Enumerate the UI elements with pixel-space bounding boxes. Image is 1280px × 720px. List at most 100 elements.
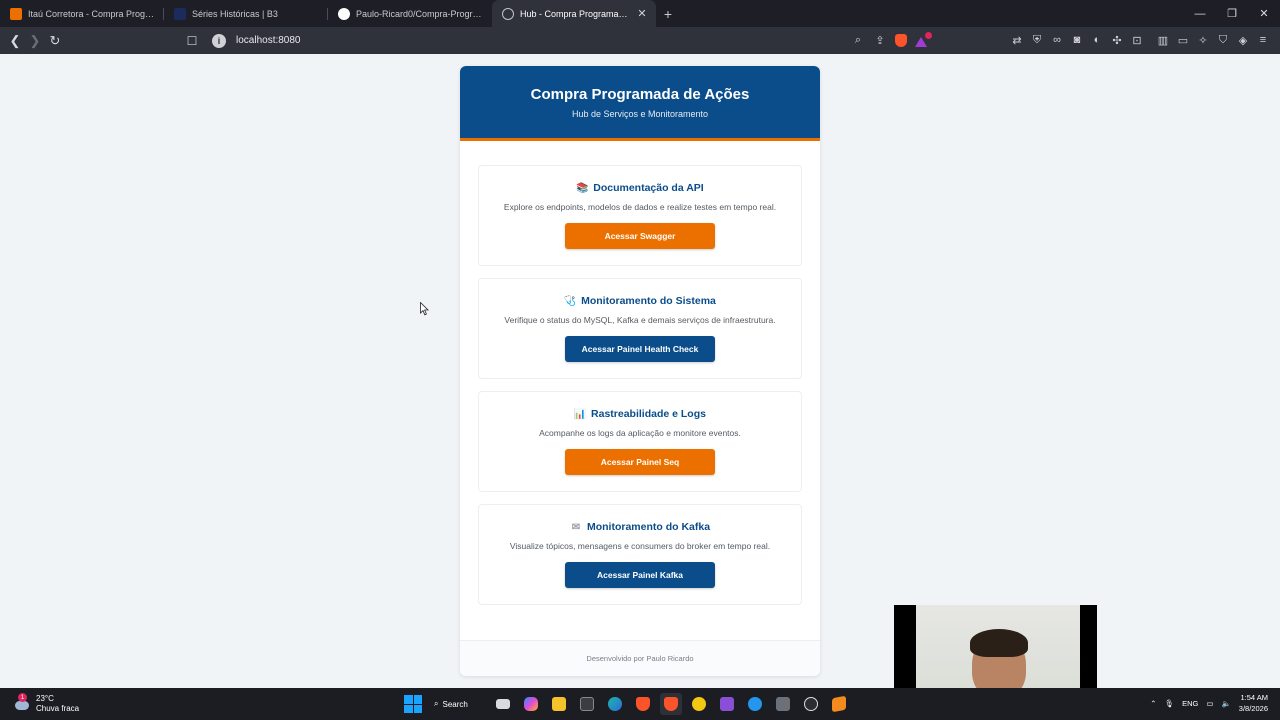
back-icon[interactable]: ❮ xyxy=(5,31,25,51)
brave-icon[interactable] xyxy=(632,693,654,715)
extensions-icon[interactable]: ✣ xyxy=(1110,33,1124,47)
bar-chart-icon: 📊 xyxy=(573,408,587,420)
address-bar[interactable]: ☐ i localhost:8080 ⌕ ⇪ xyxy=(182,30,932,51)
brave-shields-icon[interactable] xyxy=(895,34,907,47)
page-subtitle: Hub de Serviços e Monitoramento xyxy=(571,109,709,119)
tab-label: Hub - Compra Programada de Ações xyxy=(520,8,630,19)
section-title-text: Monitoramento do Sistema xyxy=(581,295,716,307)
url-text[interactable]: localhost:8080 xyxy=(236,35,301,46)
stethoscope-icon: 🩺 xyxy=(563,295,577,307)
browser-tab-bar: Itaú Corretora - Compra Programada Série… xyxy=(0,0,1280,27)
section-description: Visualize tópicos, mensagens e consumers… xyxy=(509,541,771,551)
file-explorer-icon[interactable] xyxy=(548,693,570,715)
envelope-icon: ✉ xyxy=(571,521,581,533)
weather-badge: 1 xyxy=(18,693,27,702)
share-icon[interactable]: ⇪ xyxy=(873,34,887,48)
tab-b3-series[interactable]: Séries Históricas | B3 xyxy=(164,0,328,27)
brave-running-icon[interactable] xyxy=(660,693,682,715)
section-title: 🩺 Monitoramento do Sistema xyxy=(479,295,801,307)
sidebar-icon[interactable]: ▥ xyxy=(1156,33,1170,47)
windows-taskbar: 1 23°C Chuva fraca ⌕ Search ⌃ 🎙 ENG ▭ 🔈 xyxy=(0,688,1280,720)
clock-time: 1:54 AM xyxy=(1240,693,1268,702)
weather-icon: 1 xyxy=(14,693,30,712)
vpn-icon[interactable]: ⛉ xyxy=(1216,33,1230,47)
clock[interactable]: 1:54 AM 3/8/2026 xyxy=(1239,692,1268,714)
terminal-icon[interactable] xyxy=(576,693,598,715)
close-window-button[interactable]: ✕ xyxy=(1248,0,1280,27)
reload-icon[interactable]: ↻ xyxy=(45,31,65,51)
menu-icon[interactable]: ≡ xyxy=(1256,33,1270,47)
task-view-icon[interactable] xyxy=(492,693,514,715)
edge-icon[interactable] xyxy=(604,693,626,715)
glasses-icon[interactable]: ∞ xyxy=(1050,33,1064,47)
tab-label: Paulo-Ricard0/Compra-Programada xyxy=(356,8,484,19)
weather-temp: 23°C xyxy=(36,694,54,703)
microphone-icon[interactable]: 🎙 xyxy=(1165,699,1175,708)
hub-card: Compra Programada de Ações Hub de Serviç… xyxy=(460,66,820,676)
tab-label: Séries Históricas | B3 xyxy=(192,8,278,19)
tab-github-repo[interactable]: Paulo-Ricard0/Compra-Programada xyxy=(328,0,492,27)
obs-icon[interactable] xyxy=(800,693,822,715)
taskbar-search[interactable]: ⌕ Search xyxy=(428,693,486,715)
language-indicator[interactable]: ENG xyxy=(1182,699,1198,708)
chevron-up-icon[interactable]: ⌃ xyxy=(1150,699,1156,708)
bookmark-icon[interactable]: ☐ xyxy=(182,34,202,48)
bing-icon[interactable] xyxy=(688,693,710,715)
close-tab-icon[interactable]: ✕ xyxy=(636,7,648,20)
minimize-button[interactable]: — xyxy=(1184,0,1216,27)
calculator-icon[interactable] xyxy=(772,693,794,715)
person-hair xyxy=(970,629,1028,657)
volume-icon[interactable]: 🔈 xyxy=(1221,699,1230,708)
copilot-icon[interactable] xyxy=(520,693,542,715)
section-title-text: Rastreabilidade e Logs xyxy=(591,408,706,420)
tab-itau-corretora[interactable]: Itaú Corretora - Compra Programada xyxy=(0,0,164,27)
clock-date: 3/8/2026 xyxy=(1238,704,1268,713)
page-footer: Desenvolvido por Paulo Ricardo xyxy=(460,640,820,676)
health-check-button[interactable]: Acessar Painel Health Check xyxy=(565,336,715,362)
github-favicon-icon xyxy=(338,7,350,20)
docker-icon[interactable] xyxy=(744,693,766,715)
hub-header: Compra Programada de Ações Hub de Serviç… xyxy=(460,66,820,141)
screenshot-icon[interactable]: ⊡ xyxy=(1130,33,1144,47)
search-label: Search xyxy=(442,699,468,709)
weather-text: 23°C Chuva fraca xyxy=(36,694,79,714)
site-info-icon[interactable]: i xyxy=(212,33,226,48)
brave-rewards-icon[interactable] xyxy=(915,31,932,47)
section-title-text: Monitoramento do Kafka xyxy=(586,521,711,533)
section-description: Explore os endpoints, modelos de dados e… xyxy=(503,202,777,212)
itau-favicon-icon xyxy=(10,7,22,20)
section-logs: 📊 Rastreabilidade e Logs Acompanhe os lo… xyxy=(478,391,802,492)
books-icon: 📚 xyxy=(576,182,589,194)
weather-widget[interactable]: 1 23°C Chuva fraca xyxy=(14,693,79,714)
brave-logo-icon[interactable]: ◈ xyxy=(1236,33,1250,47)
section-health-check: 🩺 Monitoramento do Sistema Verifique o s… xyxy=(478,278,802,379)
extension-icons: ⇄ ⛨ ∞ ◙ ◐ ✣ ⊡ ▥ ▭ ✧ ⛉ ◈ ≡ xyxy=(1010,33,1270,47)
tab-hub-active[interactable]: Hub - Compra Programada de Ações ✕ xyxy=(492,0,656,27)
swagger-button[interactable]: Acessar Swagger xyxy=(565,223,715,249)
translate-icon[interactable]: ⇄ xyxy=(1010,33,1024,47)
window-controls: — ❐ ✕ xyxy=(1184,0,1280,27)
zoom-icon[interactable]: ⌕ xyxy=(851,34,865,48)
restore-button[interactable]: ❐ xyxy=(1216,0,1248,27)
section-title: 📚 Documentação da API xyxy=(479,182,801,194)
visual-studio-icon[interactable] xyxy=(716,693,738,715)
weather-desc: Chuva fraca xyxy=(36,704,80,713)
camera-icon[interactable]: ◙ xyxy=(1070,33,1084,47)
new-tab-button[interactable]: + xyxy=(656,0,680,27)
forward-icon[interactable]: ❯ xyxy=(25,31,45,51)
wallet-icon[interactable]: ▭ xyxy=(1176,33,1190,47)
search-icon: ⌕ xyxy=(434,699,439,708)
kafka-button[interactable]: Acessar Painel Kafka xyxy=(565,562,715,588)
b3-favicon-icon xyxy=(174,7,186,20)
sublime-icon[interactable] xyxy=(828,693,850,715)
mouse-cursor-icon xyxy=(420,302,429,316)
palette-icon[interactable]: ◐ xyxy=(1090,33,1104,47)
start-button[interactable] xyxy=(404,695,422,713)
section-title: 📊 Rastreabilidade e Logs xyxy=(479,408,801,420)
bitwarden-icon[interactable]: ⛨ xyxy=(1030,33,1044,47)
taskbar-apps: ⌕ Search xyxy=(404,692,850,716)
leo-ai-icon[interactable]: ✧ xyxy=(1196,33,1210,47)
page-title: Compra Programada de Ações xyxy=(530,86,750,103)
seq-button[interactable]: Acessar Painel Seq xyxy=(565,449,715,475)
network-icon[interactable]: ▭ xyxy=(1206,699,1213,708)
